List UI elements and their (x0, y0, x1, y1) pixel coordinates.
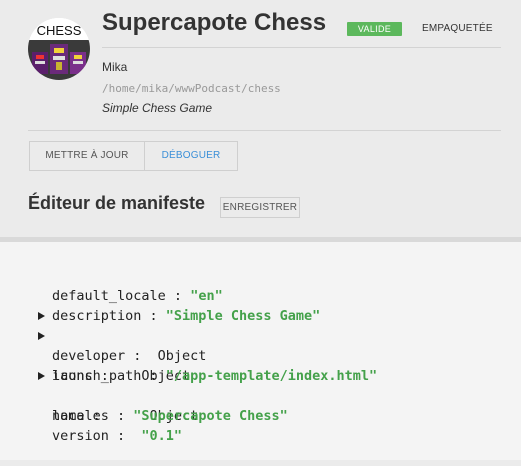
expand-arrow-icon[interactable] (38, 372, 45, 380)
save-button[interactable]: ENREGISTRER (220, 197, 300, 218)
app-author: Mika (102, 60, 128, 74)
expand-arrow-icon[interactable] (38, 312, 45, 320)
manifest-key: version (52, 428, 109, 444)
app-title: Supercapote Chess (102, 9, 327, 36)
update-button[interactable]: METTRE À JOUR (30, 142, 145, 170)
manifest-row-default-locale: default_locale : "en" (52, 288, 223, 304)
manifest-row-icons[interactable]: icons : Object (0, 326, 521, 384)
expand-arrow-icon[interactable] (38, 332, 45, 340)
app-icon: CHESS (28, 18, 90, 80)
app-icon-text: CHESS (37, 23, 82, 38)
app-header: CHESS Supercapote Chess VALIDE EMPAQUETÉ… (0, 0, 521, 237)
manifest-editor: default_locale : "en" description : "Sim… (0, 237, 521, 460)
manifest-editor-title: Éditeur de manifeste (28, 193, 206, 213)
manifest-row-locales[interactable]: locales : Object (0, 366, 521, 424)
manifest-value[interactable]: "0.1" (141, 428, 182, 444)
manifest-row-description: description : "Simple Chess Game" (52, 308, 321, 324)
app-description: Simple Chess Game (102, 101, 213, 115)
manifest-row-name: name : "Supercapote Chess" (52, 408, 288, 424)
action-tabs: METTRE À JOUR DÉBOGUER (29, 141, 238, 171)
manifest-row-version: version : "0.1" (52, 428, 183, 444)
status-badge-packaged: EMPAQUETÉE (422, 23, 493, 34)
manifest-row-launch-path: launch_path : "/app-template/index.html" (52, 368, 378, 384)
details-divider (28, 130, 501, 131)
header-divider (102, 47, 501, 48)
manifest-row-developer[interactable]: developer : Object (0, 306, 521, 364)
debug-button[interactable]: DÉBOGUER (145, 142, 237, 170)
status-badge-valid: VALIDE (347, 22, 402, 36)
app-path: /home/mika/wwwPodcast/chess (102, 82, 281, 95)
